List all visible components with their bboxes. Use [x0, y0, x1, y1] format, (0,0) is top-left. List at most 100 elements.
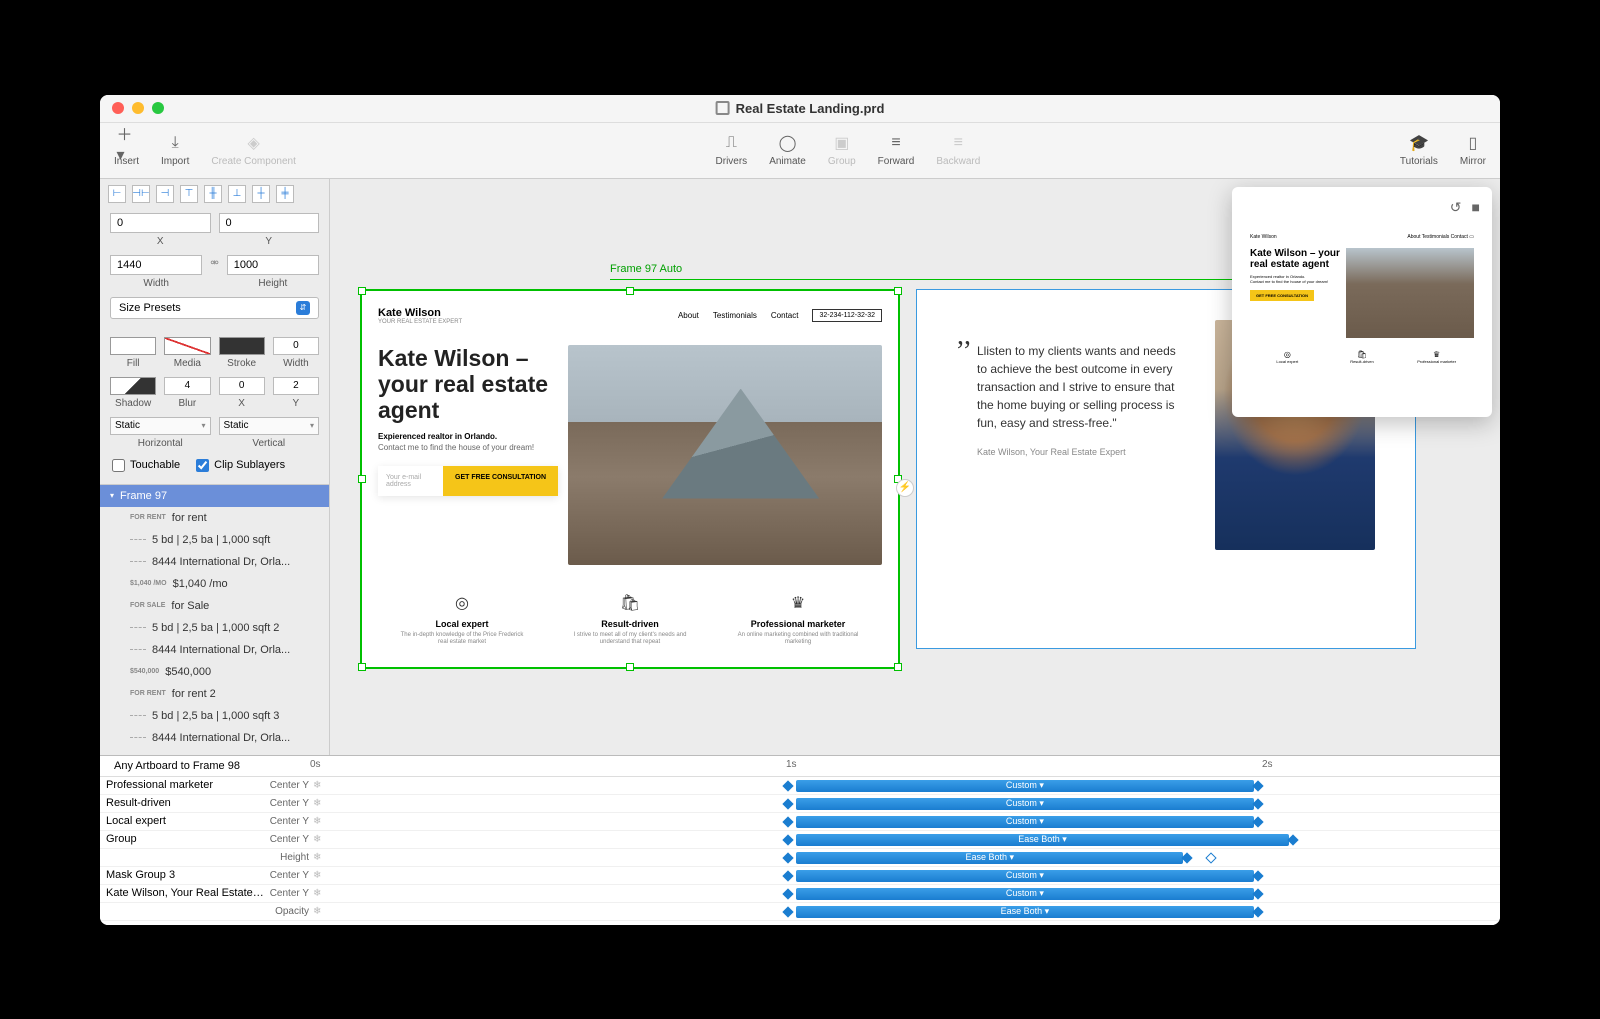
gear-icon[interactable]: ❄ — [313, 816, 327, 827]
animation-bar[interactable]: Ease Both ▾ — [796, 852, 1183, 864]
animation-bar[interactable]: Custom ▾ — [796, 780, 1253, 792]
distribute-v-icon[interactable]: ╪ — [276, 185, 294, 203]
titlebar[interactable]: Real Estate Landing.prd — [100, 95, 1500, 123]
layer-item[interactable]: 5 bd | 2,5 ba | 1,000 sqft 2 — [100, 617, 329, 639]
gear-icon[interactable]: ❄ — [313, 888, 327, 899]
height-input[interactable] — [227, 255, 319, 275]
canvas[interactable]: Frame 97 Auto Frame 9 ⚡ — [330, 179, 1500, 755]
hero-image — [568, 345, 882, 565]
keyframe-diamond[interactable] — [783, 852, 794, 863]
cta-button: GET FREE CONSULTATION — [443, 466, 558, 496]
email-input: Your e-mail address — [378, 466, 443, 496]
keyframe-diamond[interactable] — [783, 906, 794, 917]
width-input[interactable] — [110, 255, 202, 275]
undo-icon[interactable]: ↺ — [1450, 199, 1462, 216]
preview-window[interactable]: ↺ ■ Kate WilsonAbout Testimonials Contac… — [1232, 187, 1492, 417]
touchable-checkbox[interactable]: Touchable — [112, 459, 180, 472]
align-center-v-icon[interactable]: ╫ — [204, 185, 222, 203]
animation-bar[interactable]: Ease Both ▾ — [796, 906, 1253, 918]
timeline-row[interactable]: Professional marketerCenter Y❄Custom ▾ — [100, 777, 1500, 795]
timeline-row[interactable]: Opacity❄Ease Both ▾ — [100, 903, 1500, 921]
align-right-icon[interactable]: ⊣ — [156, 185, 174, 203]
layer-item[interactable]: 8444 International Dr, Orla... — [100, 639, 329, 661]
interaction-icon[interactable]: ⚡ — [896, 479, 914, 497]
layer-item[interactable]: FOR RENTfor rent — [100, 507, 329, 529]
align-top-icon[interactable]: ⊤ — [180, 185, 198, 203]
gear-icon[interactable]: ❄ — [313, 834, 327, 845]
minimize-button[interactable] — [132, 102, 144, 114]
align-left-icon[interactable]: ⊢ — [108, 185, 126, 203]
animation-bar[interactable]: Ease Both ▾ — [796, 834, 1289, 846]
blur-input[interactable] — [164, 377, 210, 395]
size-presets-dropdown[interactable]: Size Presets⇵ — [110, 297, 319, 319]
layer-item[interactable]: 5 bd | 2,5 ba | 1,000 sqft — [100, 529, 329, 551]
shadow-swatch[interactable] — [110, 377, 156, 395]
keyframe-diamond[interactable] — [1252, 906, 1263, 917]
keyframe-diamond[interactable] — [783, 816, 794, 827]
align-bottom-icon[interactable]: ⊥ — [228, 185, 246, 203]
layer-item[interactable]: FOR RENTfor rent 2 — [100, 683, 329, 705]
shadow-y-input[interactable] — [273, 377, 319, 395]
lock-aspect-icon[interactable]: ⚮ — [210, 255, 218, 289]
distribute-h-icon[interactable]: ┼ — [252, 185, 270, 203]
keyframe-diamond[interactable] — [783, 870, 794, 881]
keyframe-diamond[interactable] — [783, 834, 794, 845]
artboard-frame-97[interactable]: ⚡ Kate Wilson YOUR REAL ESTATE EXPERT Ab… — [360, 289, 900, 669]
animate-button[interactable]: ◯Animate — [769, 133, 806, 167]
timeline-row[interactable]: Kate Wilson, Your Real Estate ExpertCent… — [100, 885, 1500, 903]
timeline-row[interactable]: Height❄Ease Both ▾ — [100, 849, 1500, 867]
timeline-ruler[interactable]: 0s 1s 2s — [310, 756, 1500, 776]
keyframe-diamond[interactable] — [1252, 888, 1263, 899]
gear-icon[interactable]: ❄ — [313, 798, 327, 809]
x-input[interactable] — [110, 213, 211, 233]
keyframe-diamond[interactable] — [1252, 870, 1263, 881]
layer-item[interactable]: 5 bd | 2,5 ba | 1,000 sqft 3 — [100, 705, 329, 727]
layer-item[interactable]: $540,000$540,000 — [100, 661, 329, 683]
gear-icon[interactable]: ❄ — [313, 870, 327, 881]
clip-checkbox[interactable]: Clip Sublayers — [196, 459, 285, 472]
maximize-button[interactable] — [152, 102, 164, 114]
gear-icon[interactable]: ❄ — [313, 780, 327, 791]
insert-button[interactable]: ＋▾Insert — [114, 133, 139, 167]
layer-header[interactable]: Frame 97 — [100, 485, 329, 507]
fill-swatch[interactable] — [110, 337, 156, 355]
stroke-width-input[interactable] — [273, 337, 319, 355]
close-button[interactable] — [112, 102, 124, 114]
horizontal-select[interactable]: Static — [110, 417, 211, 435]
keyframe-diamond[interactable] — [783, 780, 794, 791]
keyframe-diamond[interactable] — [1252, 780, 1263, 791]
layer-item[interactable]: 8444 International Dr, Orla... — [100, 727, 329, 749]
vertical-select[interactable]: Static — [219, 417, 320, 435]
keyframe-diamond[interactable] — [1182, 852, 1193, 863]
keyframe-diamond[interactable] — [783, 888, 794, 899]
gear-icon[interactable]: ❄ — [313, 906, 327, 917]
animation-bar[interactable]: Custom ▾ — [796, 816, 1253, 828]
layer-item[interactable]: $1,040 /mo$1,040 /mo — [100, 573, 329, 595]
mirror-button[interactable]: ▯Mirror — [1460, 133, 1486, 167]
timeline-row[interactable]: Local expertCenter Y❄Custom ▾ — [100, 813, 1500, 831]
import-button[interactable]: ⤓Import — [161, 133, 189, 167]
animation-bar[interactable]: Custom ▾ — [796, 888, 1253, 900]
shadow-x-input[interactable] — [219, 377, 265, 395]
media-swatch[interactable] — [164, 337, 210, 355]
forward-button[interactable]: ≡Forward — [878, 133, 915, 167]
layer-item[interactable]: 8444 International Dr, Orla... — [100, 551, 329, 573]
gear-icon[interactable]: ❄ — [313, 852, 327, 863]
keyframe-diamond[interactable] — [1252, 798, 1263, 809]
record-icon[interactable]: ■ — [1472, 199, 1480, 216]
y-input[interactable] — [219, 213, 320, 233]
stroke-swatch[interactable] — [219, 337, 265, 355]
layer-item[interactable]: FOR SALEfor Sale — [100, 595, 329, 617]
timeline-row[interactable]: Mask Group 3Center Y❄Custom ▾ — [100, 867, 1500, 885]
animation-bar[interactable]: Custom ▾ — [796, 798, 1253, 810]
drivers-button[interactable]: ⎍Drivers — [716, 133, 748, 167]
keyframe-diamond[interactable] — [1287, 834, 1298, 845]
animation-bar[interactable]: Custom ▾ — [796, 870, 1253, 882]
timeline-row[interactable]: GroupCenter Y❄Ease Both ▾ — [100, 831, 1500, 849]
keyframe-diamond[interactable] — [1252, 816, 1263, 827]
align-center-h-icon[interactable]: ⊣⊢ — [132, 185, 150, 203]
keyframe-diamond[interactable] — [783, 798, 794, 809]
timeline-row[interactable]: Result-drivenCenter Y❄Custom ▾ — [100, 795, 1500, 813]
tutorials-button[interactable]: 🎓Tutorials — [1400, 133, 1438, 167]
frame-label[interactable]: Frame 97 Auto — [610, 263, 682, 275]
